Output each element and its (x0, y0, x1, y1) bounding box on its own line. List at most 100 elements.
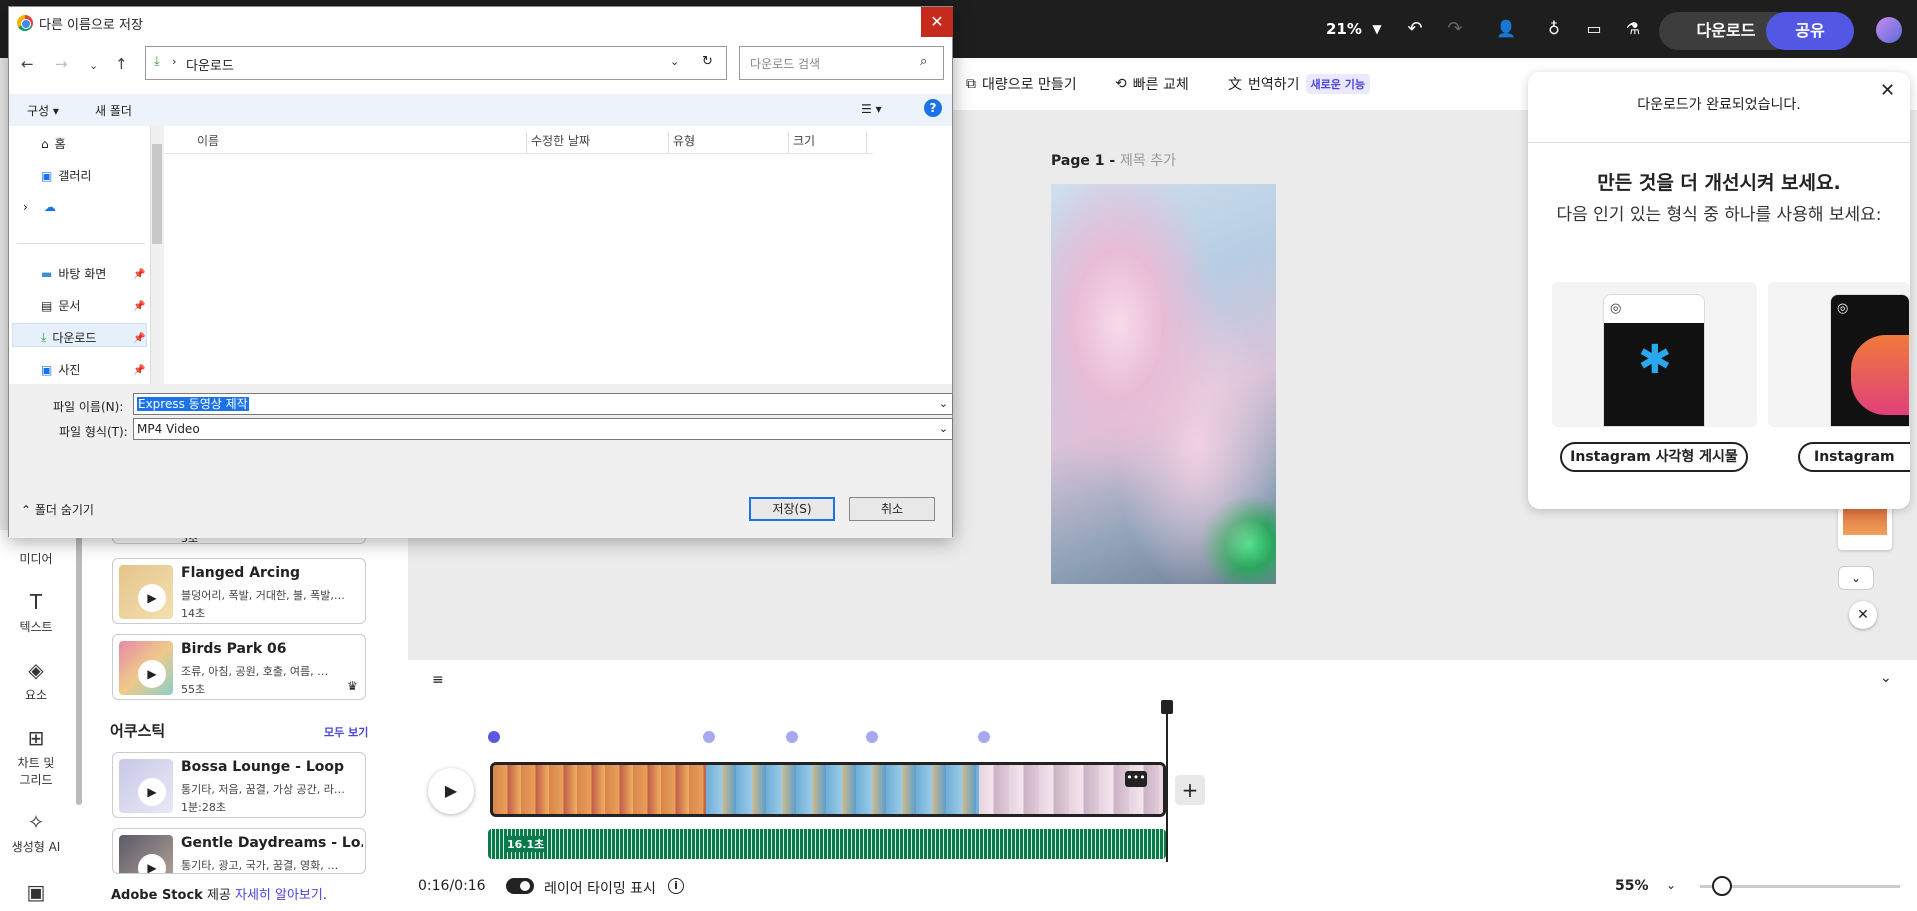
calendar-icon: ▣ (26, 880, 46, 904)
audio-card[interactable]: ▶ Bossa Lounge - Loop 통기타, 저음, 꿈결, 가상 공간… (112, 752, 366, 818)
nav-item-onedrive[interactable]: › ☁ (23, 200, 56, 214)
page-title-input[interactable]: 제목 추가 (1120, 153, 1176, 169)
undo-icon[interactable]: ↶ (1402, 16, 1428, 42)
column-header-size[interactable]: 크기 (793, 132, 867, 154)
layer-timing-toggle[interactable] (506, 878, 534, 894)
timeline-marker[interactable] (866, 731, 878, 743)
audio-card[interactable]: ▶ Gentle Daydreams - Lo… 통기타, 광고, 국가, 꿈결… (112, 828, 366, 874)
nav-label: 갤러리 (58, 169, 92, 183)
clip-segment[interactable] (493, 765, 706, 814)
timeline-marker[interactable] (488, 731, 500, 743)
canvas-photo[interactable] (1051, 184, 1276, 584)
hide-folders-button[interactable]: ⌃ 폴더 숨기기 (21, 501, 94, 518)
chrome-icon (17, 15, 33, 31)
help-icon[interactable]: ? (924, 99, 942, 117)
nav-item-downloads[interactable]: ⤓ 다운로드 (41, 329, 96, 346)
chevron-down-icon[interactable]: ▼ (1364, 16, 1390, 42)
nav-label: 홈 (54, 137, 66, 151)
video-track[interactable]: ••• (490, 762, 1166, 817)
column-header-date[interactable]: 수정한 날짜 (531, 132, 669, 154)
see-all-link[interactable]: 모두 보기 (324, 724, 368, 740)
rail-item-media[interactable]: 미디어 (0, 550, 72, 567)
play-button[interactable]: ▶ (428, 768, 474, 814)
play-icon[interactable]: ▶ (138, 584, 166, 612)
format-card[interactable]: ◎ (1768, 282, 1910, 427)
up-icon[interactable]: ↑ (115, 55, 128, 73)
close-icon[interactable]: ✕ (921, 7, 953, 37)
quick-replace-button[interactable]: ⟲ 빠른 교체 (1115, 74, 1189, 94)
avatar[interactable] (1876, 17, 1902, 43)
chevron-down-icon[interactable]: ⌄ (1838, 566, 1874, 590)
clip-segment[interactable] (706, 765, 979, 814)
rail-item-text[interactable]: T 텍스트 (0, 590, 72, 635)
download-complete-message: 다운로드가 완료되었습니다. (1637, 97, 1801, 113)
grip-icon[interactable]: ≡ (432, 672, 444, 688)
rail-item-elements[interactable]: ◈ 요소 (0, 658, 72, 703)
nav-item-pictures[interactable]: ▣ 사진 (41, 361, 80, 378)
search-box[interactable]: 다운로드 검색 ⌕ (739, 46, 944, 80)
refresh-icon[interactable]: ↻ (702, 54, 713, 69)
column-header-name[interactable]: 이름 (197, 132, 527, 154)
instagram-format-button[interactable]: Instagram (1798, 442, 1910, 472)
address-bar[interactable]: ⤓ › 다운로드 ⌄ ↻ (145, 46, 727, 80)
filetype-select[interactable]: MP4 Video ⌄ (133, 418, 953, 440)
filename-input[interactable]: Express 동영상 제작 ⌄ (133, 393, 953, 415)
chevron-down-icon[interactable]: ⌄ (939, 394, 948, 414)
new-folder-button[interactable]: 새 폴더 (95, 102, 132, 119)
audio-card[interactable]: ▶ Birds Park 06 조류, 아침, 공원, 호출, 여름, … 55… (112, 634, 366, 700)
chevron-down-icon[interactable]: ⌄ (670, 55, 679, 68)
play-icon[interactable]: ▶ (138, 854, 166, 873)
card-title: Birds Park 06 (181, 641, 287, 657)
add-clip-button[interactable]: + (1175, 775, 1205, 805)
bulk-create-button[interactable]: ⧉ 대량으로 만들기 (966, 74, 1077, 94)
nav-item-desktop[interactable]: ▬ 바탕 화면 (41, 265, 106, 282)
play-icon[interactable]: ▶ (138, 778, 166, 806)
audio-card[interactable]: ▶ Flanged Arcing 블덩어리, 폭발, 거대한, 불, 폭발,… … (112, 558, 366, 624)
cancel-button[interactable]: 취소 (849, 497, 935, 521)
zoom-level[interactable]: 21% (1326, 20, 1362, 38)
preview-graphic (1851, 335, 1909, 415)
timeline-marker[interactable] (703, 731, 715, 743)
rail-item-charts[interactable]: ⊞ 차트 및 그리드 (0, 726, 72, 788)
invite-user-icon[interactable]: 👤 (1493, 16, 1519, 42)
expand-icon[interactable]: › (23, 200, 28, 214)
more-icon[interactable]: ••• (1125, 771, 1147, 787)
save-button[interactable]: 저장(S) (749, 497, 835, 521)
playhead-handle[interactable] (1161, 700, 1173, 714)
share-button[interactable]: 공유 (1766, 12, 1854, 50)
bulb-icon[interactable]: ♁ (1541, 16, 1567, 42)
nav-item-home[interactable]: ⌂ 홈 (41, 135, 66, 152)
slider-knob[interactable] (1712, 876, 1732, 896)
translate-button[interactable]: 文 번역하기 새로운 기능 (1228, 74, 1370, 94)
scrollbar-thumb[interactable] (152, 144, 162, 244)
chevron-down-icon[interactable]: ⌄ (939, 419, 948, 439)
organize-menu[interactable]: 구성 ▾ (27, 102, 59, 119)
info-icon[interactable]: i (668, 878, 684, 894)
rail-item-generative-ai[interactable]: ✧ 생성형 AI (0, 810, 72, 855)
chevron-down-icon[interactable]: ⌄ (1880, 670, 1892, 686)
nav-item-gallery[interactable]: ▣ 갤러리 (41, 167, 91, 184)
instagram-square-post-button[interactable]: Instagram 사각형 게시물 (1560, 442, 1748, 472)
column-header-type[interactable]: 유형 (673, 132, 789, 154)
view-options-icon[interactable]: ☰ ▾ (861, 102, 882, 116)
close-icon[interactable]: ✕ (1849, 601, 1877, 629)
stock-brand: Adobe Stock (111, 888, 203, 903)
panel-scrollbar[interactable] (76, 530, 82, 805)
learn-more-link[interactable]: 자세히 알아보기 (235, 888, 323, 903)
audio-track[interactable]: 16.1초 (488, 829, 1166, 859)
comment-icon[interactable]: ▭ (1581, 16, 1607, 42)
nav-item-documents[interactable]: ▤ 문서 (41, 297, 80, 314)
rail-item-more[interactable]: ▣ (0, 880, 72, 908)
timeline-marker[interactable] (978, 731, 990, 743)
back-icon[interactable]: ← (21, 55, 34, 73)
timeline-marker[interactable] (786, 731, 798, 743)
chevron-down-icon[interactable]: ⌄ (1666, 878, 1676, 892)
search-icon[interactable]: ⌕ (920, 54, 927, 69)
play-icon[interactable]: ▶ (138, 660, 166, 688)
nav-divider (17, 243, 145, 244)
playhead[interactable] (1166, 702, 1168, 862)
flask-icon[interactable]: ⚗ (1620, 16, 1646, 42)
format-card[interactable]: ◎ ✱ (1552, 282, 1757, 427)
recent-locations-icon[interactable]: ⌄ (89, 59, 98, 72)
home-icon: ⌂ (41, 136, 49, 151)
